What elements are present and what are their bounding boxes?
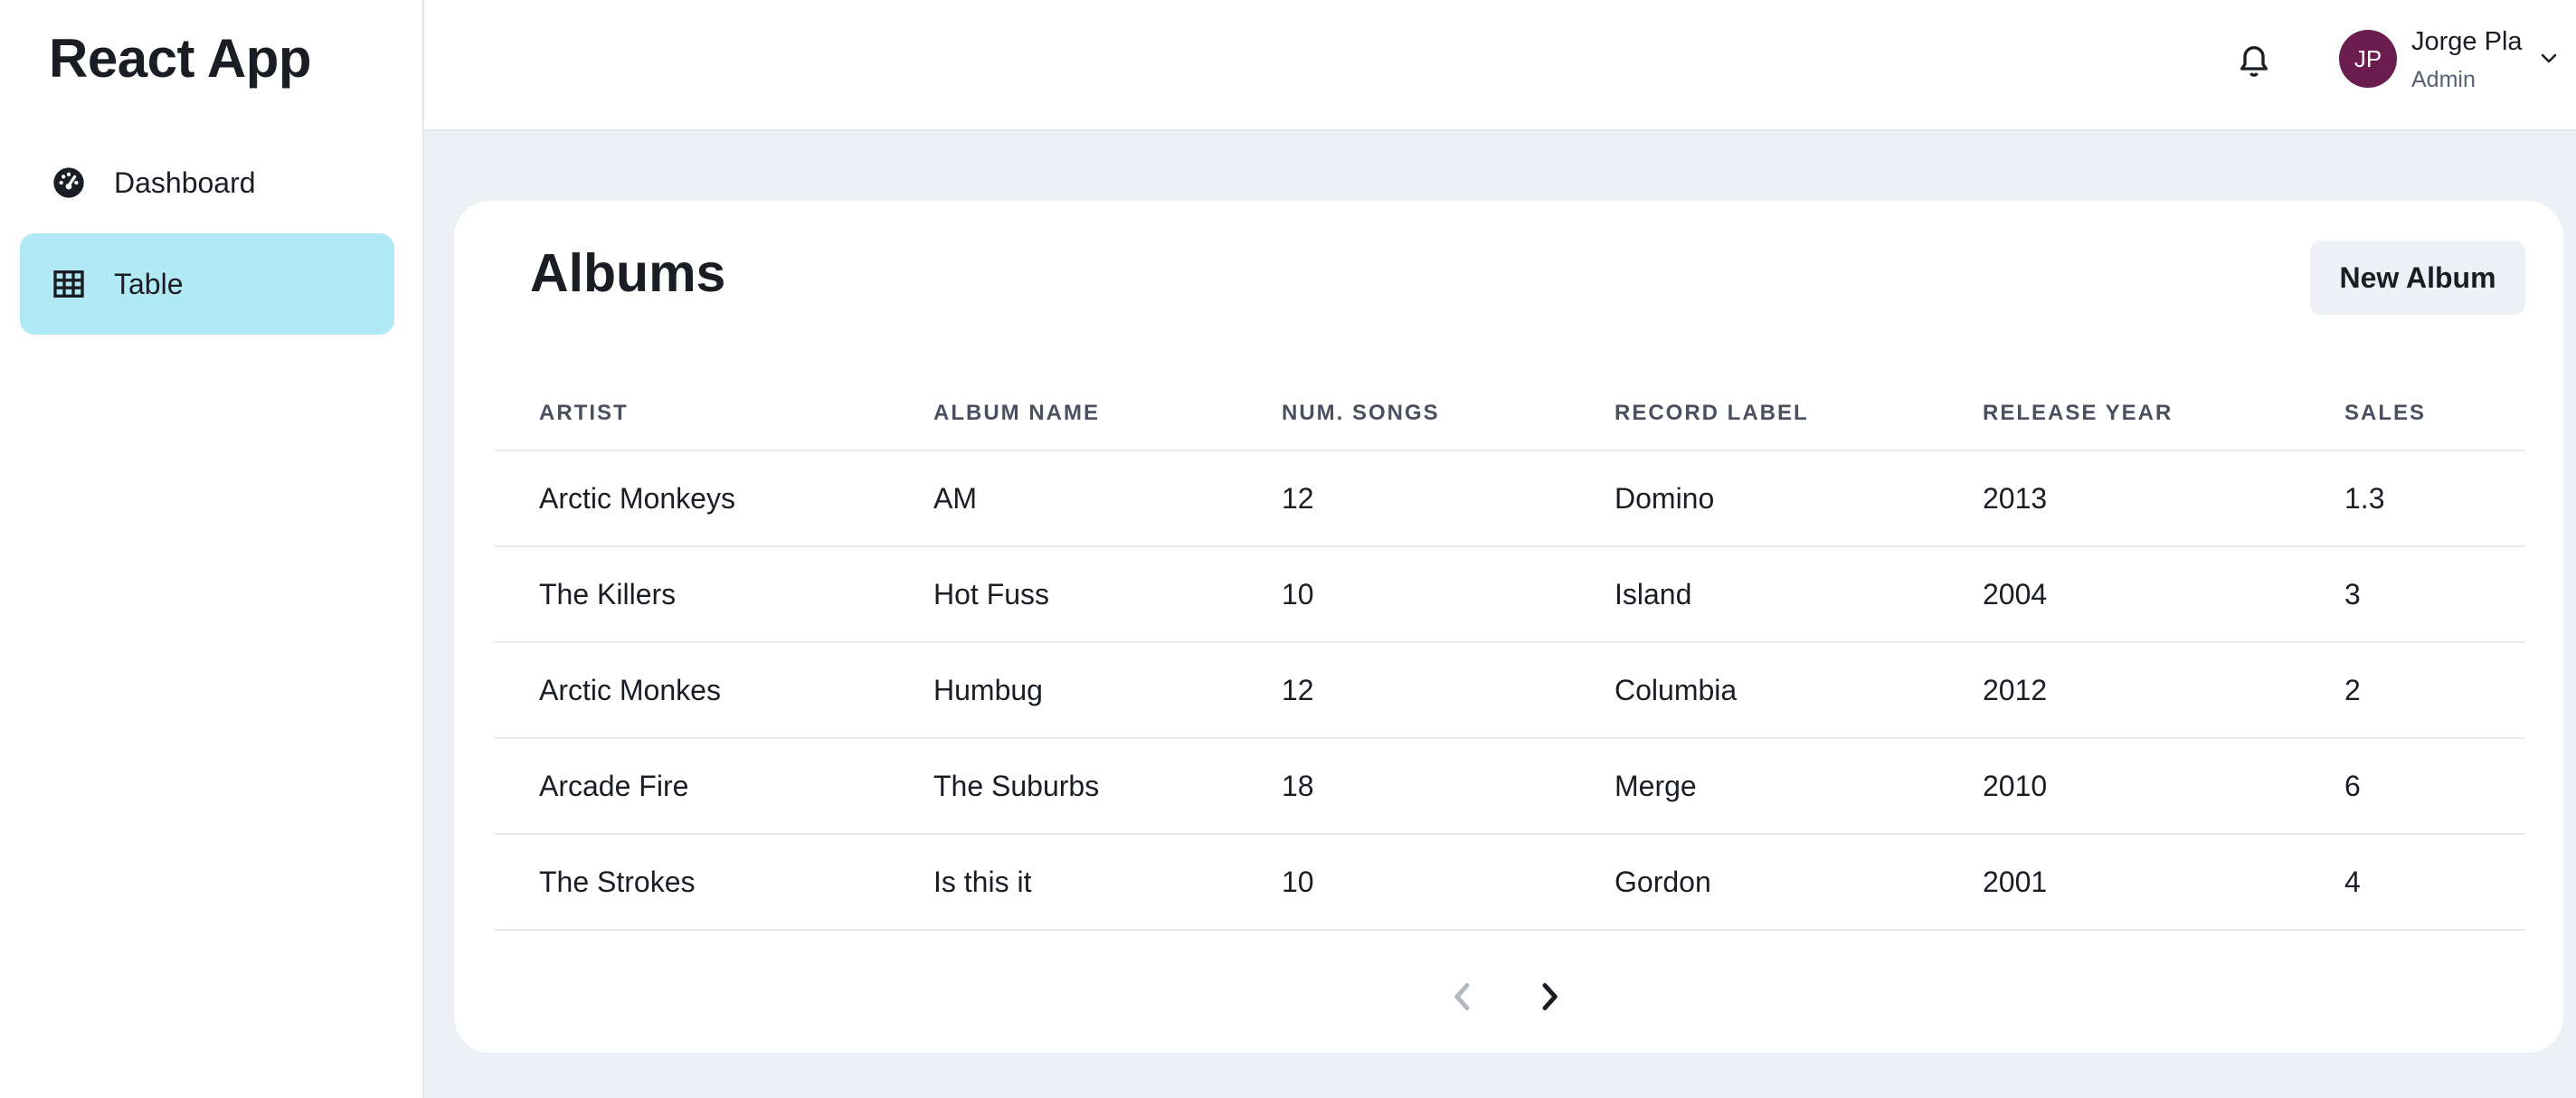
sidebar-item-dashboard[interactable]: Dashboard bbox=[20, 132, 394, 233]
cell-album-name: Humbug bbox=[933, 642, 1282, 739]
cell-sales: 3 bbox=[2344, 546, 2525, 643]
cell-release-year: 2012 bbox=[1983, 642, 2344, 739]
avatar[interactable]: JP bbox=[2339, 30, 2397, 88]
gauge-icon bbox=[53, 167, 84, 198]
cell-artist: Arctic Monkes bbox=[494, 642, 933, 739]
table-icon bbox=[53, 270, 84, 298]
column-header-record-label[interactable]: RECORD LABEL bbox=[1615, 367, 1983, 451]
column-header-release-year[interactable]: RELEASE YEAR bbox=[1983, 367, 2344, 451]
sidebar-item-label: Table bbox=[114, 267, 184, 300]
sidebar-item-table[interactable]: Table bbox=[20, 233, 394, 335]
table-row[interactable]: The Killers Hot Fuss 10 Island 2004 3 bbox=[494, 546, 2525, 643]
sidebar-item-label: Dashboard bbox=[114, 166, 256, 199]
chevron-down-icon[interactable] bbox=[2538, 47, 2560, 69]
cell-artist: Arcade Fire bbox=[494, 738, 933, 835]
cell-record-label: Columbia bbox=[1615, 642, 1983, 739]
sidebar: React App Dashboard Table bbox=[0, 0, 424, 1098]
column-header-artist[interactable]: ARTIST bbox=[494, 367, 933, 451]
table-row[interactable]: Arctic Monkeys AM 12 Domino 2013 1.3 bbox=[494, 450, 2525, 547]
table-row[interactable]: Arctic Monkes Humbug 12 Columbia 2012 2 bbox=[494, 642, 2525, 739]
pagination-next-icon[interactable] bbox=[1536, 979, 1563, 1015]
cell-album-name: The Suburbs bbox=[933, 738, 1282, 835]
cell-record-label: Merge bbox=[1615, 738, 1983, 835]
cell-album-name: Hot Fuss bbox=[933, 546, 1282, 643]
new-album-button[interactable]: New Album bbox=[2310, 241, 2525, 315]
cell-record-label: Domino bbox=[1615, 450, 1983, 547]
table-header-row: ARTIST ALBUM NAME NUM. SONGS RECORD LABE… bbox=[494, 367, 2525, 451]
albums-table: ARTIST ALBUM NAME NUM. SONGS RECORD LABE… bbox=[494, 367, 2525, 931]
app-title: React App bbox=[49, 28, 312, 89]
cell-num-songs: 18 bbox=[1282, 738, 1615, 835]
cell-num-songs: 10 bbox=[1282, 546, 1615, 643]
cell-sales: 4 bbox=[2344, 834, 2525, 931]
cell-artist: The Strokes bbox=[494, 834, 933, 931]
cell-artist: The Killers bbox=[494, 546, 933, 643]
cell-num-songs: 10 bbox=[1282, 834, 1615, 931]
top-header: JP Jorge Pla Admin bbox=[424, 0, 2576, 131]
pagination-prev-icon[interactable] bbox=[1449, 979, 1476, 1015]
cell-sales: 2 bbox=[2344, 642, 2525, 739]
cell-release-year: 2001 bbox=[1983, 834, 2344, 931]
cell-num-songs: 12 bbox=[1282, 450, 1615, 547]
cell-num-songs: 12 bbox=[1282, 642, 1615, 739]
page-title: Albums bbox=[530, 243, 726, 303]
cell-sales: 1.3 bbox=[2344, 450, 2525, 547]
bell-icon[interactable] bbox=[2236, 40, 2272, 80]
cell-sales: 6 bbox=[2344, 738, 2525, 835]
table-row[interactable]: Arcade Fire The Suburbs 18 Merge 2010 6 bbox=[494, 738, 2525, 835]
cell-album-name: AM bbox=[933, 450, 1282, 547]
cell-release-year: 2010 bbox=[1983, 738, 2344, 835]
user-name[interactable]: Jorge Pla bbox=[2411, 27, 2523, 57]
app-root: React App Dashboard Table JP Jorge Pla A… bbox=[0, 0, 2576, 1098]
column-header-num-songs[interactable]: NUM. SONGS bbox=[1282, 367, 1615, 451]
column-header-sales[interactable]: SALES bbox=[2344, 367, 2525, 451]
cell-artist: Arctic Monkeys bbox=[494, 450, 933, 547]
table-row[interactable]: The Strokes Is this it 10 Gordon 2001 4 bbox=[494, 834, 2525, 931]
cell-record-label: Island bbox=[1615, 546, 1983, 643]
user-role: Admin bbox=[2411, 67, 2476, 92]
cell-record-label: Gordon bbox=[1615, 834, 1983, 931]
albums-card: Albums New Album ARTIST ALBUM NAME NUM. … bbox=[454, 201, 2563, 1053]
cell-album-name: Is this it bbox=[933, 834, 1282, 931]
column-header-album-name[interactable]: ALBUM NAME bbox=[933, 367, 1282, 451]
cell-release-year: 2013 bbox=[1983, 450, 2344, 547]
cell-release-year: 2004 bbox=[1983, 546, 2344, 643]
